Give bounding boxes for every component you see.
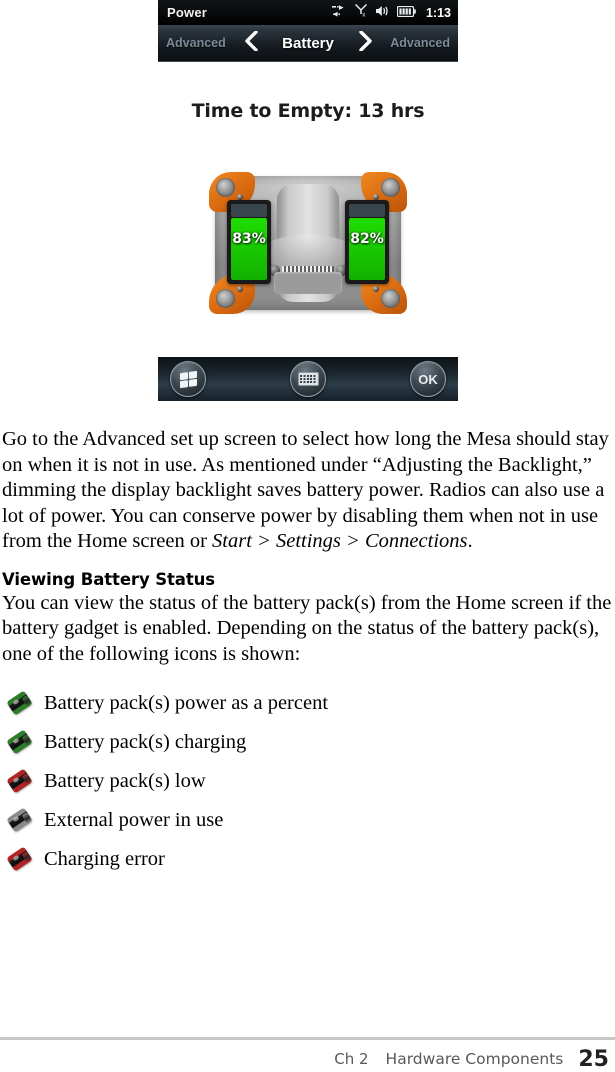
bumper-hole-icon xyxy=(216,289,235,308)
device-screenshot: Power x 1:13 Advanced Battery Advanced T… xyxy=(158,0,458,401)
footer-page-number: 25 xyxy=(578,1046,609,1072)
volume-icon[interactable] xyxy=(375,4,390,22)
nav-left-label[interactable]: Advanced xyxy=(166,36,240,50)
battery-charging-error-icon xyxy=(6,845,33,872)
chevron-right-icon[interactable] xyxy=(354,29,376,56)
battery-pack-illustration: 83% 82% xyxy=(209,172,407,314)
start-button[interactable] xyxy=(170,361,206,397)
bumper-hole-icon xyxy=(381,289,400,308)
device-status-bar: Power x 1:13 xyxy=(158,0,458,25)
status-bar-icons: x 1:13 xyxy=(331,3,451,22)
keyboard-button[interactable] xyxy=(290,361,326,397)
list-item: Charging error xyxy=(2,839,615,878)
battery-cell-terminal xyxy=(349,204,385,217)
document-body: Go to the Advanced set up screen to sele… xyxy=(2,427,615,878)
battery-green-icon xyxy=(6,689,33,716)
shell-contour xyxy=(260,234,356,269)
ok-button[interactable]: OK xyxy=(410,361,446,397)
device-nav-bar: Advanced Battery Advanced xyxy=(158,25,458,62)
bumper-hole-icon xyxy=(216,178,235,197)
battery-cell-fill xyxy=(231,218,267,280)
paragraph-text-italic: Start > Settings > Connections xyxy=(212,530,468,552)
list-item: Battery pack(s) power as a percent xyxy=(2,683,615,722)
bumper-screw-icon xyxy=(373,286,379,292)
nav-title: Battery xyxy=(282,34,334,52)
battery-icon[interactable] xyxy=(396,4,416,22)
battery-cell-1: 83% xyxy=(227,200,271,284)
time-to-empty-label: Time to Empty: 13 hrs xyxy=(191,100,425,122)
icon-cell xyxy=(2,689,44,716)
battery-icon-legend-list: Battery pack(s) power as a percent Batte… xyxy=(2,683,615,878)
list-item: External power in use xyxy=(2,800,615,839)
paragraph-battery-status: You can view the status of the battery p… xyxy=(2,591,612,665)
battery-low-red-icon xyxy=(6,767,33,794)
device-soft-toolbar: OK xyxy=(158,357,458,401)
legend-label: Battery pack(s) charging xyxy=(44,730,247,753)
legend-label: Battery pack(s) power as a percent xyxy=(44,691,329,714)
paragraph-text-after: . xyxy=(467,530,473,552)
list-item: Battery pack(s) charging xyxy=(2,722,615,761)
connectivity-icon[interactable] xyxy=(331,4,347,22)
chevron-left-icon[interactable] xyxy=(240,29,262,56)
legend-label: External power in use xyxy=(44,808,224,831)
battery-external-power-icon xyxy=(6,806,33,833)
windows-flag-icon xyxy=(179,370,197,388)
legend-label: Battery pack(s) low xyxy=(44,769,206,792)
battery-cell-2: 82% xyxy=(345,200,389,284)
battery-cell-percent: 82% xyxy=(350,230,384,247)
page-footer: Ch 2 Hardware Components 25 xyxy=(0,1046,615,1072)
icon-cell xyxy=(2,728,44,755)
nav-right-label[interactable]: Advanced xyxy=(376,36,450,50)
footer-section-title: Hardware Components xyxy=(385,1050,564,1068)
icon-cell xyxy=(2,845,44,872)
shell-connector-port xyxy=(274,272,342,294)
footer-chapter: Ch 2 xyxy=(334,1050,369,1068)
svg-text:x: x xyxy=(362,12,365,17)
legend-label: Charging error xyxy=(44,847,165,870)
list-item: Battery pack(s) low xyxy=(2,761,615,800)
bumper-screw-icon xyxy=(237,286,243,292)
device-screen-body: Time to Empty: 13 hrs 83% 82% xyxy=(158,62,458,357)
icon-cell xyxy=(2,806,44,833)
battery-cell-fill xyxy=(349,218,385,280)
keyboard-icon xyxy=(297,372,319,386)
status-bar-clock: 1:13 xyxy=(425,5,451,20)
battery-cell-terminal xyxy=(231,204,267,217)
bumper-hole-icon xyxy=(381,178,400,197)
signal-no-service-icon[interactable]: x xyxy=(354,3,368,22)
footer-divider xyxy=(0,1037,615,1040)
status-bar-title: Power xyxy=(167,5,208,20)
battery-cell-percent: 83% xyxy=(232,230,266,247)
section-heading-viewing-battery-status: Viewing Battery Status xyxy=(2,569,216,589)
paragraph-advanced-setup: Go to the Advanced set up screen to sele… xyxy=(2,427,615,555)
battery-charging-icon xyxy=(6,728,33,755)
icon-cell xyxy=(2,767,44,794)
